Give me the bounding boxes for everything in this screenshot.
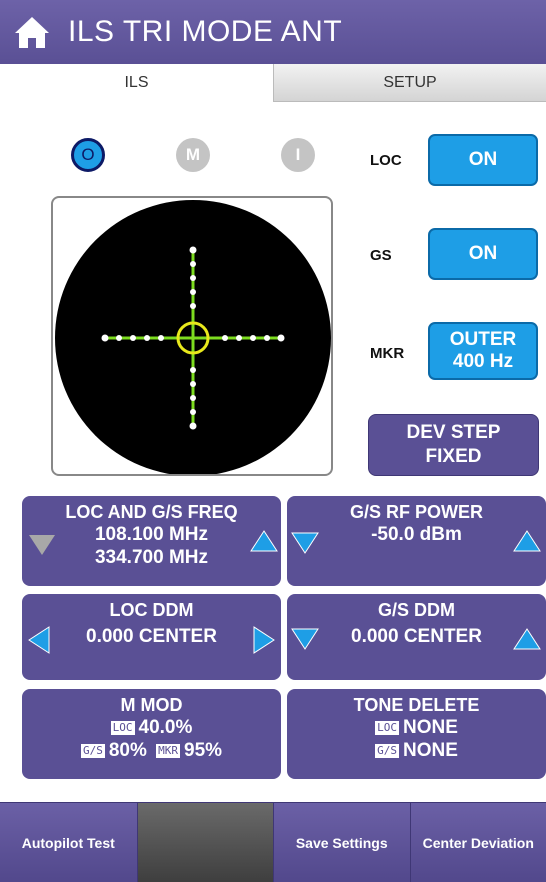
dev-step-button[interactable]: DEV STEP FIXED: [368, 414, 539, 476]
gs-on-button[interactable]: ON: [428, 228, 538, 280]
m-mod-loc-value: 40.0%: [138, 717, 193, 738]
dev-step-line2: FIXED: [425, 446, 482, 467]
tone-delete-gs-row: G/S NONE: [287, 739, 546, 762]
home-icon: [15, 17, 49, 48]
rf-power-value: -50.0 dBm: [371, 524, 462, 545]
tone-delete-panel[interactable]: TONE DELETE LOC NONE G/S NONE: [287, 689, 546, 779]
tone-delete-title: TONE DELETE: [353, 695, 480, 715]
m-mod-gs-row: G/S 80% MKR 95%: [22, 739, 281, 762]
gs-ddm-panel[interactable]: G/S DDM 0.000 CENTER: [287, 594, 546, 680]
rf-power-down-arrow-icon[interactable]: [291, 532, 319, 554]
app-header: ILS TRI MODE ANT: [0, 0, 546, 64]
scope-display: [55, 200, 331, 476]
mkr-button[interactable]: OUTER 400 Hz: [428, 322, 538, 380]
loc-on-button[interactable]: ON: [428, 134, 538, 186]
loc-tag: LOC: [110, 721, 135, 735]
empty-softkey: [136, 803, 273, 882]
mkr-button-line2: 400 Hz: [452, 351, 514, 372]
m-mod-gs-value: 80%: [108, 740, 147, 761]
m-mod-loc-row: LOC 40.0%: [22, 716, 281, 739]
m-mod-title: M MOD: [120, 695, 183, 715]
tone-delete-loc-row: LOC NONE: [287, 716, 546, 739]
center-deviation-button[interactable]: Center Deviation: [409, 803, 546, 882]
loc-tag: LOC: [375, 721, 399, 735]
home-button[interactable]: [0, 0, 64, 64]
loc-ddm-panel[interactable]: LOC DDM 0.000 CENTER: [22, 594, 281, 680]
loc-label: LOC: [370, 152, 402, 169]
mkr-tag: MKR: [156, 744, 181, 758]
gs-tag: G/S: [80, 744, 105, 758]
gs-label: GS: [370, 247, 392, 264]
mkr-label: MKR: [370, 345, 405, 362]
dev-step-line1: DEV STEP: [406, 422, 501, 443]
indicator-inner: I: [281, 138, 315, 172]
loc-ddm-title: LOC DDM: [109, 600, 194, 620]
gs-ddm-value: 0.000 CENTER: [351, 626, 482, 647]
page-title: ILS TRI MODE ANT: [68, 15, 343, 48]
rf-power-panel[interactable]: G/S RF POWER -50.0 dBm: [287, 496, 546, 586]
freq-down-arrow-icon[interactable]: [28, 534, 56, 556]
gs-ddm-up-arrow-icon[interactable]: [513, 628, 541, 650]
gs-tag: G/S: [375, 744, 399, 758]
freq-title: LOC AND G/S FREQ: [65, 502, 238, 522]
freq-up-arrow-icon[interactable]: [250, 530, 278, 552]
bottom-toolbar: Autopilot Test Save Settings Center Devi…: [0, 802, 546, 882]
loc-ddm-value: 0.000 CENTER: [86, 626, 217, 647]
m-mod-panel[interactable]: M MOD LOC 40.0% G/S 80% MKR 95%: [22, 689, 281, 779]
loc-freq-value: 108.100 MHz: [94, 524, 208, 545]
gs-ddm-down-arrow-icon[interactable]: [291, 628, 319, 650]
gs-button-label: ON: [468, 243, 498, 264]
deviation-scope: [51, 196, 333, 476]
loc-button-label: ON: [468, 149, 498, 170]
save-settings-button[interactable]: Save Settings: [273, 803, 410, 882]
mkr-button-line1: OUTER: [449, 329, 517, 350]
rf-power-up-arrow-icon[interactable]: [513, 530, 541, 552]
loc-ddm-left-arrow-icon[interactable]: [28, 626, 50, 654]
gs-freq-value: 334.700 MHz: [94, 547, 208, 568]
tab-ils[interactable]: ILS: [0, 64, 273, 102]
tone-delete-gs-value: NONE: [402, 740, 458, 761]
m-mod-mkr-value: 95%: [184, 740, 223, 761]
indicator-outer: O: [71, 138, 105, 172]
gs-ddm-title: G/S DDM: [377, 600, 455, 620]
tab-bar: ILS SETUP: [0, 64, 546, 102]
tab-setup[interactable]: SETUP: [273, 64, 546, 102]
loc-ddm-right-arrow-icon[interactable]: [253, 626, 275, 654]
indicator-middle: M: [176, 138, 210, 172]
tone-delete-loc-value: NONE: [402, 717, 458, 738]
rf-power-title: G/S RF POWER: [349, 502, 483, 522]
freq-panel[interactable]: LOC AND G/S FREQ 108.100 MHz 334.700 MHz: [22, 496, 281, 586]
autopilot-test-button[interactable]: Autopilot Test: [0, 803, 137, 882]
